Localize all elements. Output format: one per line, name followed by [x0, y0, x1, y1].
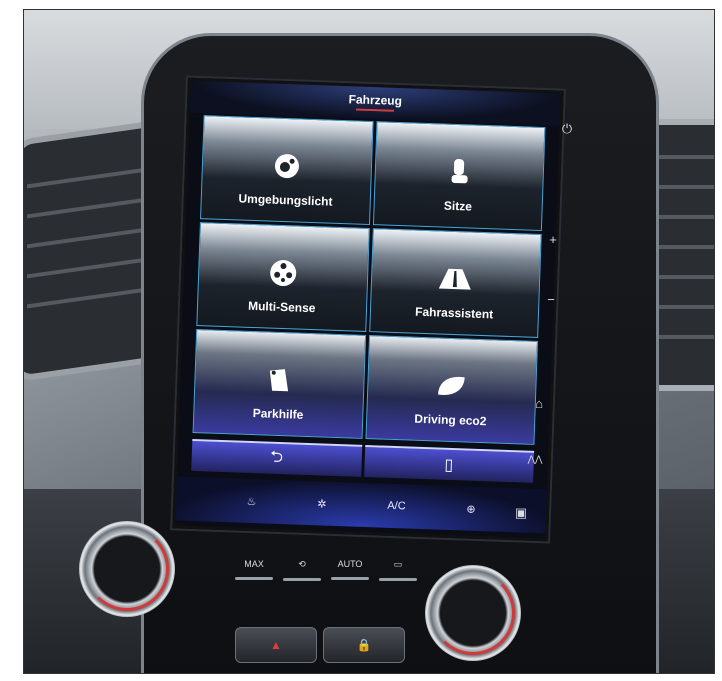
right-temperature-knob[interactable]: [425, 565, 521, 661]
road-key-icon[interactable]: ⋀⋀: [525, 449, 545, 469]
volume-down-icon[interactable]: −: [541, 289, 561, 309]
driver-assist-icon[interactable]: ⊕: [466, 502, 476, 515]
tile-multi-sense[interactable]: Multi-Sense: [196, 222, 370, 332]
ambient-light-icon: [269, 148, 304, 183]
ac-button[interactable]: A/C: [387, 500, 406, 513]
tile-label: Parkhilfe: [252, 406, 304, 422]
back-arrow-icon: ⮌: [269, 448, 284, 466]
tile-fahrassistent[interactable]: Fahrassistent: [368, 228, 542, 338]
rear-defrost-button[interactable]: ▭: [377, 559, 419, 595]
tile-sitze[interactable]: Sitze: [372, 121, 546, 232]
seat-icon: [442, 155, 477, 190]
tile-label: Umgebungslicht: [238, 191, 333, 209]
eco-leaf-icon: [434, 368, 469, 403]
seat-heat-icon[interactable]: ♨: [246, 494, 256, 507]
door-lock-button[interactable]: 🔒: [323, 627, 405, 663]
trash-button[interactable]: ▯: [363, 444, 535, 483]
volume-up-icon[interactable]: +: [543, 229, 563, 249]
trash-icon: ▯: [444, 456, 454, 475]
home-icon[interactable]: ⌂: [529, 393, 549, 413]
tile-label: Multi-Sense: [247, 298, 316, 316]
hazard-icon: ▲: [270, 638, 282, 652]
max-defrost-icon: MAX: [244, 559, 264, 569]
menu-icon[interactable]: ▣: [511, 503, 531, 523]
recirculation-button[interactable]: ⟲: [281, 559, 323, 595]
road-icon: [438, 261, 473, 296]
tile-label: Driving eco2: [414, 411, 487, 429]
car-dashboard-photo: Fahrzeug Umgebungslicht Sitze Multi-Sens…: [23, 9, 715, 674]
menu-grid: Umgebungslicht Sitze Multi-Sense Fahrass…: [192, 115, 546, 445]
hazard-button[interactable]: ▲: [235, 627, 317, 663]
left-temperature-knob[interactable]: [79, 521, 175, 617]
rear-defrost-icon: ▭: [393, 559, 403, 569]
power-icon[interactable]: ⏻: [557, 119, 577, 139]
multi-sense-icon: [265, 255, 300, 290]
parking-sensor-icon: [262, 362, 297, 397]
tile-driving-eco2[interactable]: Driving eco2: [364, 335, 539, 445]
screen-quick-bar: ♨ ✲ A/C ⊕: [175, 476, 547, 534]
tile-parkhilfe[interactable]: Parkhilfe: [192, 329, 366, 439]
back-button[interactable]: ⮌: [191, 438, 362, 477]
max-defrost-button[interactable]: MAX: [233, 559, 275, 595]
lock-icon: 🔒: [356, 638, 372, 652]
tile-umgebungslicht[interactable]: Umgebungslicht: [200, 115, 374, 225]
fan-icon[interactable]: ✲: [317, 497, 327, 510]
screen-title: Fahrzeug: [190, 87, 560, 118]
screen-nav-bar: ⮌ ▯: [191, 438, 535, 483]
hazard-row: ▲ 🔒: [235, 627, 405, 663]
tile-label: Sitze: [443, 198, 473, 214]
tile-label: Fahrassistent: [414, 304, 494, 322]
climate-button-row: MAX ⟲ AUTO ▭: [233, 559, 419, 599]
infotainment-screen: Fahrzeug Umgebungslicht Sitze Multi-Sens…: [172, 77, 564, 542]
recirculation-icon: ⟲: [298, 559, 306, 569]
auto-label: AUTO: [337, 559, 363, 569]
auto-button[interactable]: AUTO: [329, 559, 371, 595]
